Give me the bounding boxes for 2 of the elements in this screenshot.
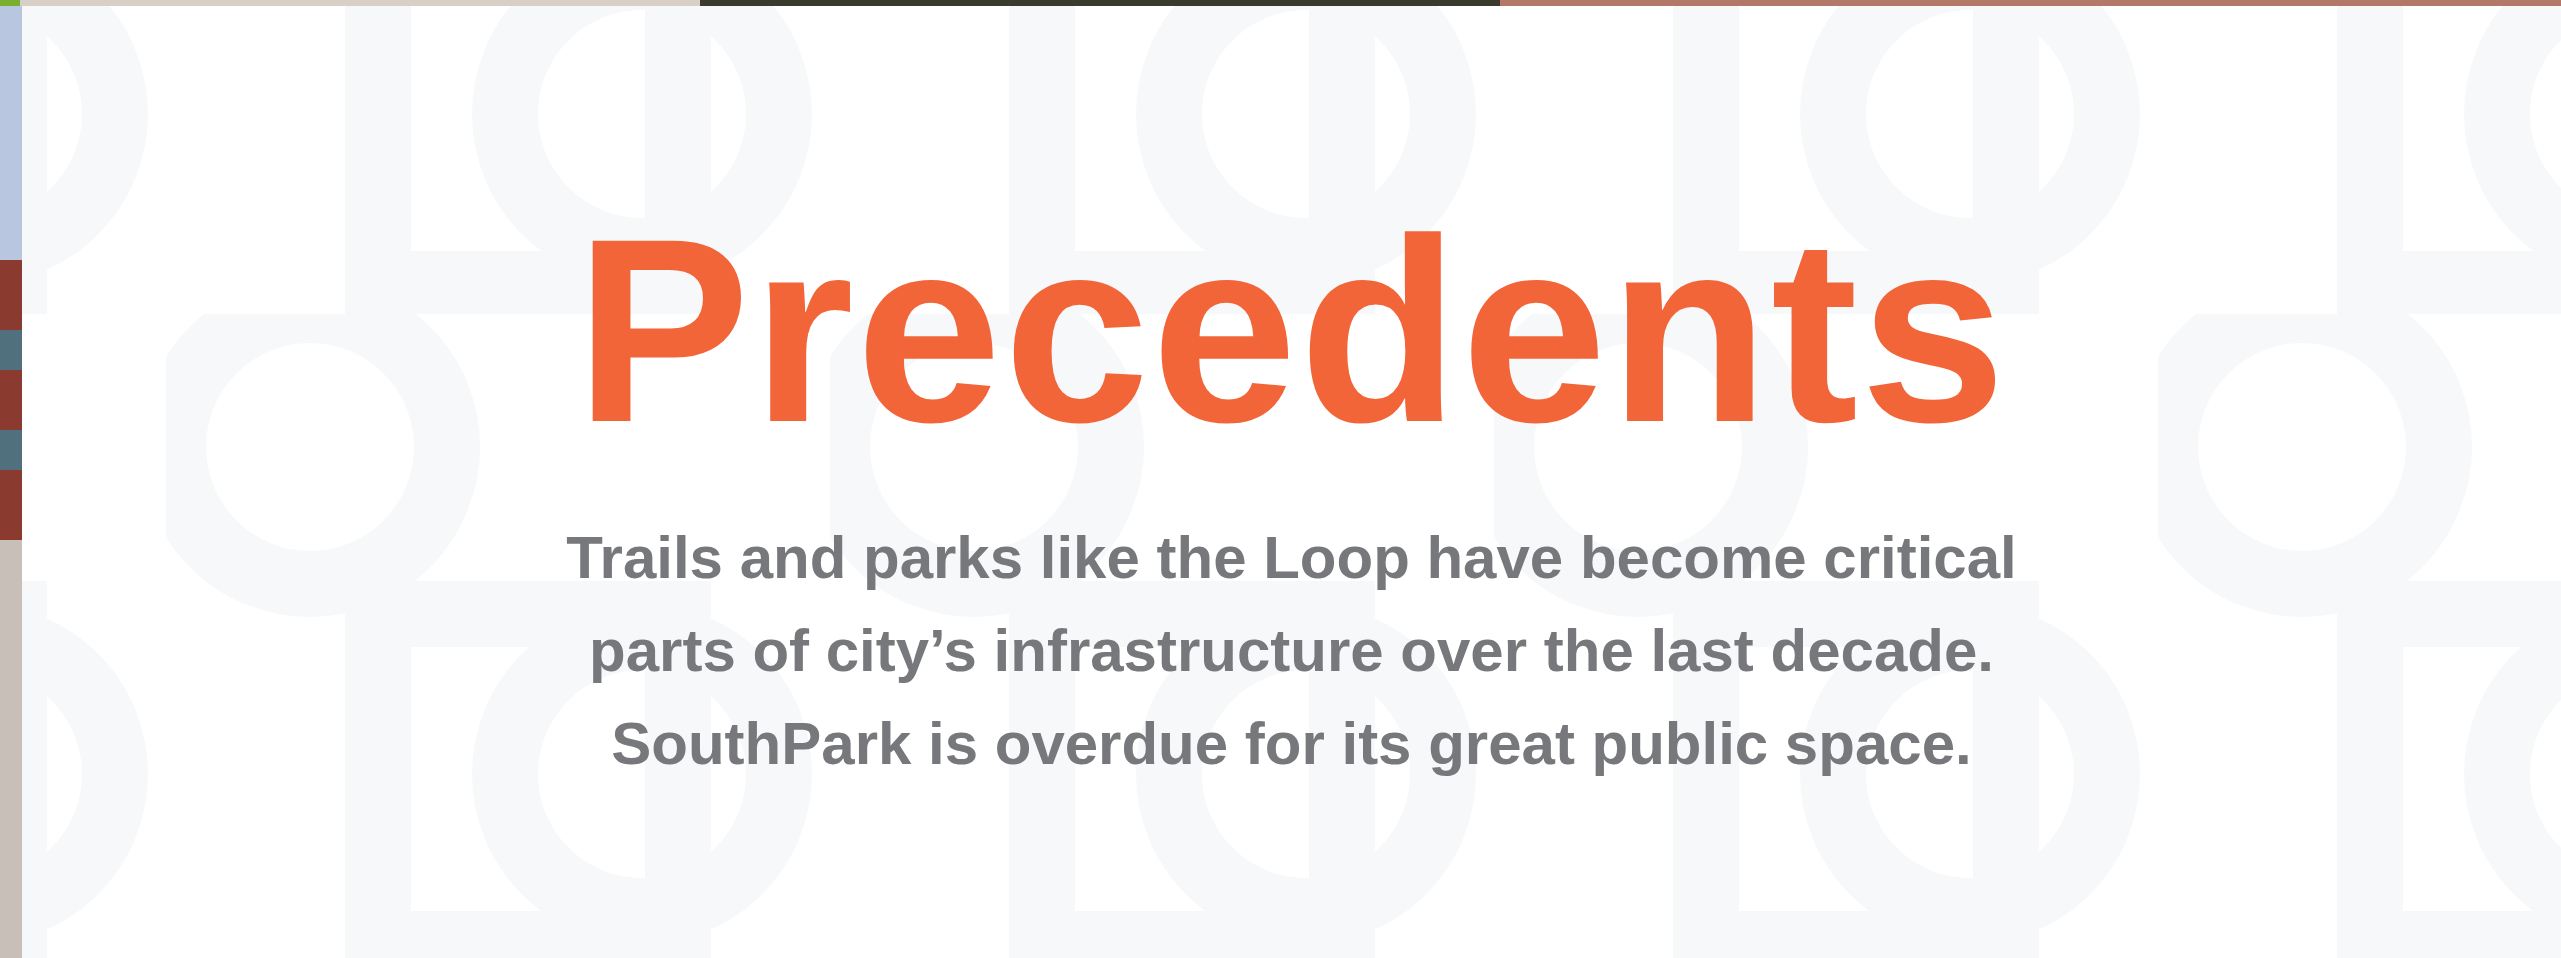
page-heading: Precedents xyxy=(575,191,2008,471)
intro-paragraph: Trails and parks like the Loop have become critical parts of city’s infrastructure over the last decade. SouthPark is overdue for its great public space. xyxy=(566,523,2017,779)
